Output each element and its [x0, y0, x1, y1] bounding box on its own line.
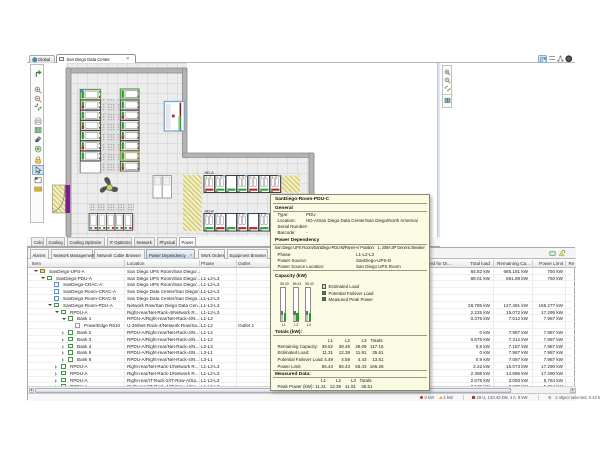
- svg-text:HD-B: HD-B: [205, 210, 215, 214]
- svg-text:HD-A: HD-A: [205, 171, 215, 175]
